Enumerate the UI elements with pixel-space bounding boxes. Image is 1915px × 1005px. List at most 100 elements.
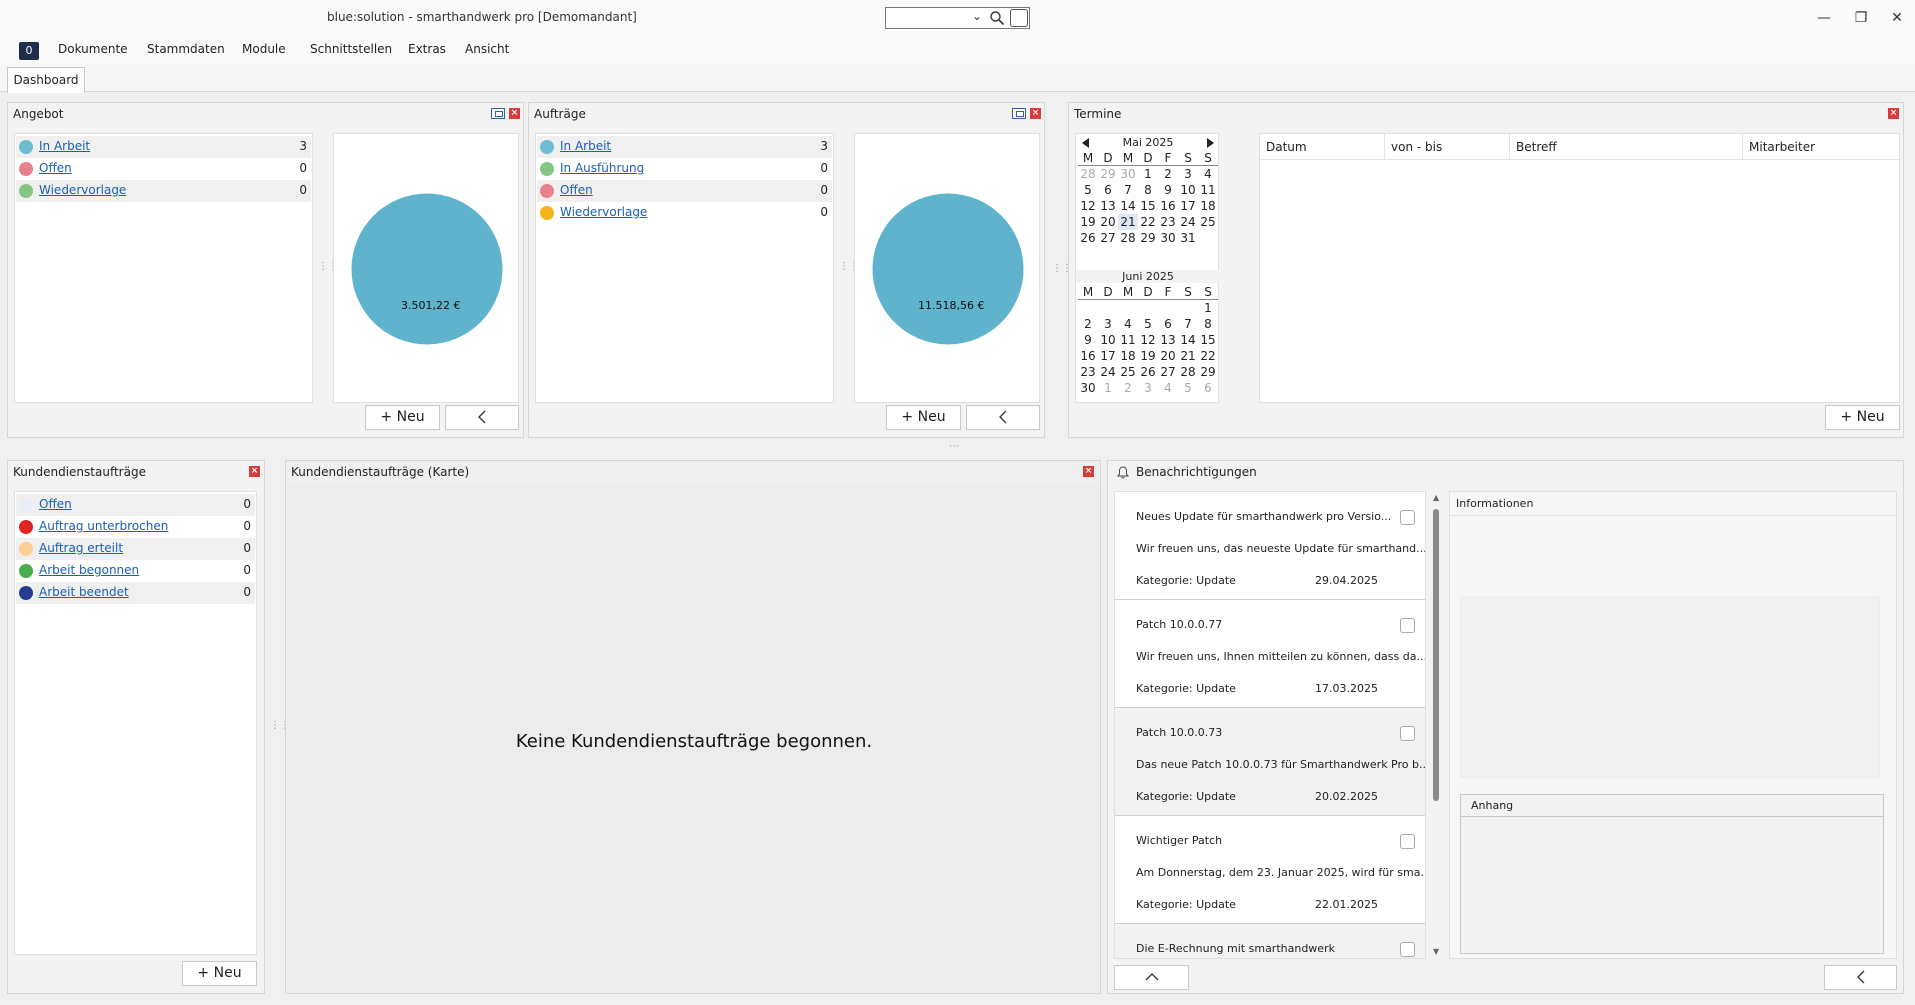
calendar-day[interactable]: 28 [1118, 230, 1138, 246]
calendar-day[interactable]: 7 [1178, 316, 1198, 332]
status-link[interactable]: Wiedervorlage [560, 205, 647, 219]
calendar-day[interactable]: 5 [1138, 316, 1158, 332]
calendar-day[interactable]: 29 [1198, 364, 1218, 380]
menu-module[interactable]: Module [242, 42, 286, 56]
status-link[interactable]: Auftrag unterbrochen [39, 519, 168, 533]
maximize-icon[interactable] [491, 108, 505, 119]
calendar-day[interactable]: 27 [1158, 364, 1178, 380]
calendar-day[interactable]: 21 [1178, 348, 1198, 364]
status-link[interactable]: In Arbeit [560, 139, 611, 153]
calendar-day[interactable]: 28 [1078, 166, 1098, 182]
calendar-day[interactable]: 30 [1118, 166, 1138, 182]
chevron-down-icon[interactable]: ⌄ [972, 9, 982, 23]
calendar-day[interactable]: 19 [1138, 348, 1158, 364]
calendar-day[interactable]: 23 [1078, 364, 1098, 380]
list-item[interactable]: Arbeit begonnen 0 [16, 560, 255, 582]
calendar-day[interactable]: 10 [1098, 332, 1118, 348]
calendar-day[interactable]: 4 [1118, 316, 1138, 332]
calendar-day[interactable]: 16 [1158, 198, 1178, 214]
column-header-mitarbeiter[interactable]: Mitarbeiter [1743, 134, 1899, 160]
calendar-day[interactable]: 30 [1158, 230, 1178, 246]
close-window-button[interactable]: ✕ [1887, 8, 1907, 28]
calendar-day[interactable]: 10 [1178, 182, 1198, 198]
calendar-day[interactable]: 3 [1138, 380, 1158, 396]
calendar-day[interactable]: 26 [1138, 364, 1158, 380]
calendar-day[interactable]: 15 [1198, 332, 1218, 348]
calendar-day[interactable]: 1 [1138, 166, 1158, 182]
status-link[interactable]: Offen [39, 497, 72, 511]
scrollbar-thumb[interactable] [1433, 509, 1439, 801]
advanced-search-icon[interactable] [1010, 9, 1028, 27]
new-auftrag-button[interactable]: + Neu [886, 405, 961, 430]
status-link[interactable]: Arbeit beendet [39, 585, 129, 599]
calendar-day[interactable]: 29 [1098, 166, 1118, 182]
calendar-day[interactable]: 20 [1158, 348, 1178, 364]
calendar-day[interactable]: 7 [1118, 182, 1138, 198]
list-item[interactable]: Offen 0 [537, 180, 832, 202]
menu-dokumente[interactable]: Dokumente [58, 42, 128, 56]
calendar-day[interactable]: 3 [1098, 316, 1118, 332]
menu-stammdaten[interactable]: Stammdaten [147, 42, 225, 56]
calendar-day[interactable]: 11 [1118, 332, 1138, 348]
close-icon[interactable]: × [509, 108, 520, 119]
calendar-day[interactable]: 16 [1078, 348, 1098, 364]
splitter-handle[interactable]: ⋯ [949, 441, 959, 452]
maximize-icon[interactable] [1012, 108, 1026, 119]
notification-checkbox[interactable] [1400, 942, 1415, 957]
status-link[interactable]: Arbeit begonnen [39, 563, 139, 577]
collapse-button[interactable] [1824, 965, 1897, 990]
menu-ansicht[interactable]: Ansicht [465, 42, 509, 56]
calendar-day[interactable]: 11 [1198, 182, 1218, 198]
calendar-day[interactable]: 14 [1178, 332, 1198, 348]
calendar-day[interactable]: 9 [1078, 332, 1098, 348]
collapse-button[interactable] [966, 405, 1040, 430]
notification-item[interactable]: Neues Update für smarthandwerk pro Versi… [1115, 492, 1425, 600]
new-termin-button[interactable]: + Neu [1825, 405, 1900, 430]
status-link[interactable]: In Arbeit [39, 139, 90, 153]
list-item[interactable]: Offen 0 [16, 158, 311, 180]
calendar-day[interactable]: 27 [1098, 230, 1118, 246]
notification-item[interactable]: Die E-Rechnung mit smarthandwerk [1115, 924, 1425, 958]
notification-checkbox[interactable] [1400, 618, 1415, 633]
calendar-day[interactable]: 4 [1158, 380, 1178, 396]
status-link[interactable]: Offen [39, 161, 72, 175]
calendar-day[interactable]: 6 [1158, 316, 1178, 332]
calendar-day[interactable]: 30 [1078, 380, 1098, 396]
calendar-day[interactable]: 8 [1198, 316, 1218, 332]
mini-calendar[interactable]: Mai 2025 MDMDFSS 28 29 30 1 2 3 4 5 6 7 8 9 10 11 12… [1075, 133, 1220, 403]
status-link[interactable]: In Ausführung [560, 161, 644, 175]
calendar-day[interactable]: 1 [1098, 380, 1118, 396]
close-icon[interactable]: × [1083, 466, 1094, 477]
app-menu-badge[interactable]: 0 [19, 42, 39, 60]
calendar-day[interactable]: 18 [1198, 198, 1218, 214]
calendar-day[interactable]: 13 [1158, 332, 1178, 348]
list-item[interactable]: In Arbeit 3 [537, 136, 832, 158]
notification-checkbox[interactable] [1400, 510, 1415, 525]
list-item[interactable]: Offen 0 [16, 494, 255, 516]
notification-item[interactable]: Patch 10.0.0.73 Das neue Patch 10.0.0.73… [1115, 708, 1425, 816]
status-link[interactable]: Auftrag erteilt [39, 541, 123, 555]
notification-item[interactable]: Wichtiger Patch Am Donnerstag, dem 23. J… [1115, 816, 1425, 924]
scroll-up-button[interactable] [1114, 965, 1189, 990]
notification-checkbox[interactable] [1400, 726, 1415, 741]
calendar-day[interactable]: 17 [1098, 348, 1118, 364]
calendar-day[interactable]: 26 [1078, 230, 1098, 246]
tab-dashboard[interactable]: Dashboard [7, 67, 85, 93]
calendar-day[interactable]: 22 [1198, 348, 1218, 364]
list-item[interactable]: In Arbeit 3 [16, 136, 311, 158]
calendar-day[interactable]: 8 [1138, 182, 1158, 198]
calendar-day[interactable]: 5 [1078, 182, 1098, 198]
status-link[interactable]: Wiedervorlage [39, 183, 126, 197]
new-angebot-button[interactable]: + Neu [365, 405, 440, 430]
calendar-day[interactable]: 12 [1138, 332, 1158, 348]
calendar-day[interactable]: 2 [1078, 316, 1098, 332]
close-icon[interactable]: × [249, 466, 260, 477]
calendar-day[interactable]: 2 [1118, 380, 1138, 396]
calendar-day[interactable]: 17 [1178, 198, 1198, 214]
calendar-day[interactable]: 19 [1078, 214, 1098, 230]
calendar-day[interactable]: 6 [1198, 380, 1218, 396]
close-icon[interactable]: × [1030, 108, 1041, 119]
collapse-button[interactable] [445, 405, 519, 430]
calendar-day[interactable]: 24 [1178, 214, 1198, 230]
calendar-day[interactable]: 2 [1158, 166, 1178, 182]
